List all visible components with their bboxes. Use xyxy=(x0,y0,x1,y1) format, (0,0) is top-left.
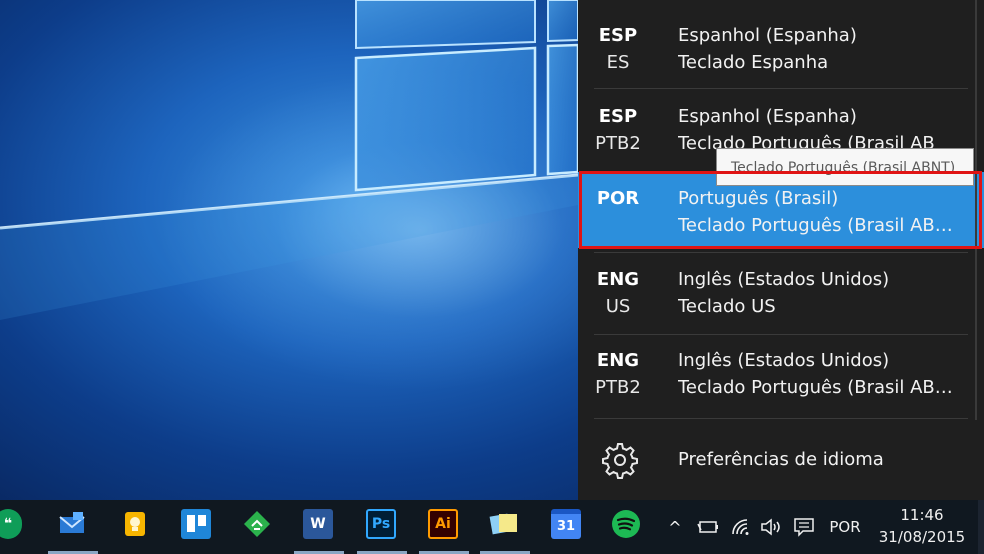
gear-icon xyxy=(602,443,638,479)
language-code: ESP xyxy=(598,106,638,127)
calendar-icon-day: 31 xyxy=(556,519,576,534)
language-name: Espanhol (Espanha) xyxy=(678,106,857,127)
chevron-up-icon[interactable]: ^ xyxy=(664,500,686,554)
sticky-notes-icon[interactable] xyxy=(489,509,519,539)
lightbulb-icon[interactable] xyxy=(120,509,150,539)
photoshop-icon[interactable]: Ps xyxy=(366,509,396,539)
clock-date: 31/08/2015 xyxy=(878,528,966,546)
photoshop-icon-letters: Ps xyxy=(371,516,391,532)
preferences-label: Preferências de idioma xyxy=(678,449,884,470)
language-code: ESP xyxy=(598,25,638,46)
language-name: Inglês (Estados Unidos) xyxy=(678,269,890,290)
hangouts-icon[interactable]: ❝ xyxy=(0,509,22,539)
language-code: ENG xyxy=(596,269,640,290)
volume-icon[interactable] xyxy=(758,500,786,554)
spotify-icon[interactable] xyxy=(611,509,641,539)
language-item-eng-us[interactable]: ENG US Inglês (Estados Unidos) Teclado U… xyxy=(578,246,984,326)
word-icon[interactable]: W xyxy=(303,509,333,539)
wifi-icon[interactable] xyxy=(728,500,756,554)
illustrator-icon-letters: Ai xyxy=(435,516,451,532)
keyboard-code: PTB2 xyxy=(595,133,641,154)
keyboard-name: Teclado Espanha xyxy=(678,52,829,73)
illustrator-icon[interactable]: Ai xyxy=(428,509,458,539)
keyboard-name: Teclado US xyxy=(678,296,776,317)
keyboard-name: Teclado Português (Brasil AB… xyxy=(678,377,953,398)
language-item-esp-es[interactable]: ESP ES Espanhol (Espanha) Teclado Espanh… xyxy=(578,2,984,82)
logo-pane-bottom-left xyxy=(354,46,537,192)
trello-icon[interactable] xyxy=(181,509,211,539)
feedly-icon[interactable] xyxy=(242,509,272,539)
logo-pane-top-right xyxy=(547,0,579,43)
divider xyxy=(594,418,968,419)
language-preferences-link[interactable]: Preferências de idioma xyxy=(578,432,984,488)
language-flyout: ESP ES Espanhol (Espanha) Teclado Espanh… xyxy=(578,0,984,500)
notifications-icon[interactable] xyxy=(790,500,818,554)
logo-pane-bottom-right xyxy=(546,43,580,176)
selection-highlight-box xyxy=(579,171,982,249)
battery-icon[interactable] xyxy=(694,500,722,554)
calendar-icon[interactable]: 31 xyxy=(551,509,581,539)
language-code: ENG xyxy=(596,350,640,371)
keyboard-code: US xyxy=(605,296,631,317)
mail-icon[interactable] xyxy=(57,509,87,539)
keyboard-code: ES xyxy=(606,52,630,73)
language-name: Espanhol (Espanha) xyxy=(678,25,857,46)
language-item-eng-ptb2[interactable]: ENG PTB2 Inglês (Estados Unidos) Teclado… xyxy=(578,327,984,407)
clock[interactable]: 11:46 31/08/2015 xyxy=(868,504,976,548)
keyboard-code: PTB2 xyxy=(595,377,641,398)
input-language-indicator[interactable]: POR xyxy=(824,500,866,554)
taskbar: ❝ W Ps Ai 31 ^ POR 11:46 31/08/2015 xyxy=(0,500,984,554)
clock-time: 11:46 xyxy=(900,506,944,524)
logo-pane-top-left xyxy=(355,0,536,50)
language-name: Inglês (Estados Unidos) xyxy=(678,350,890,371)
word-icon-letter: W xyxy=(310,516,326,532)
show-desktop-button[interactable] xyxy=(978,500,984,554)
